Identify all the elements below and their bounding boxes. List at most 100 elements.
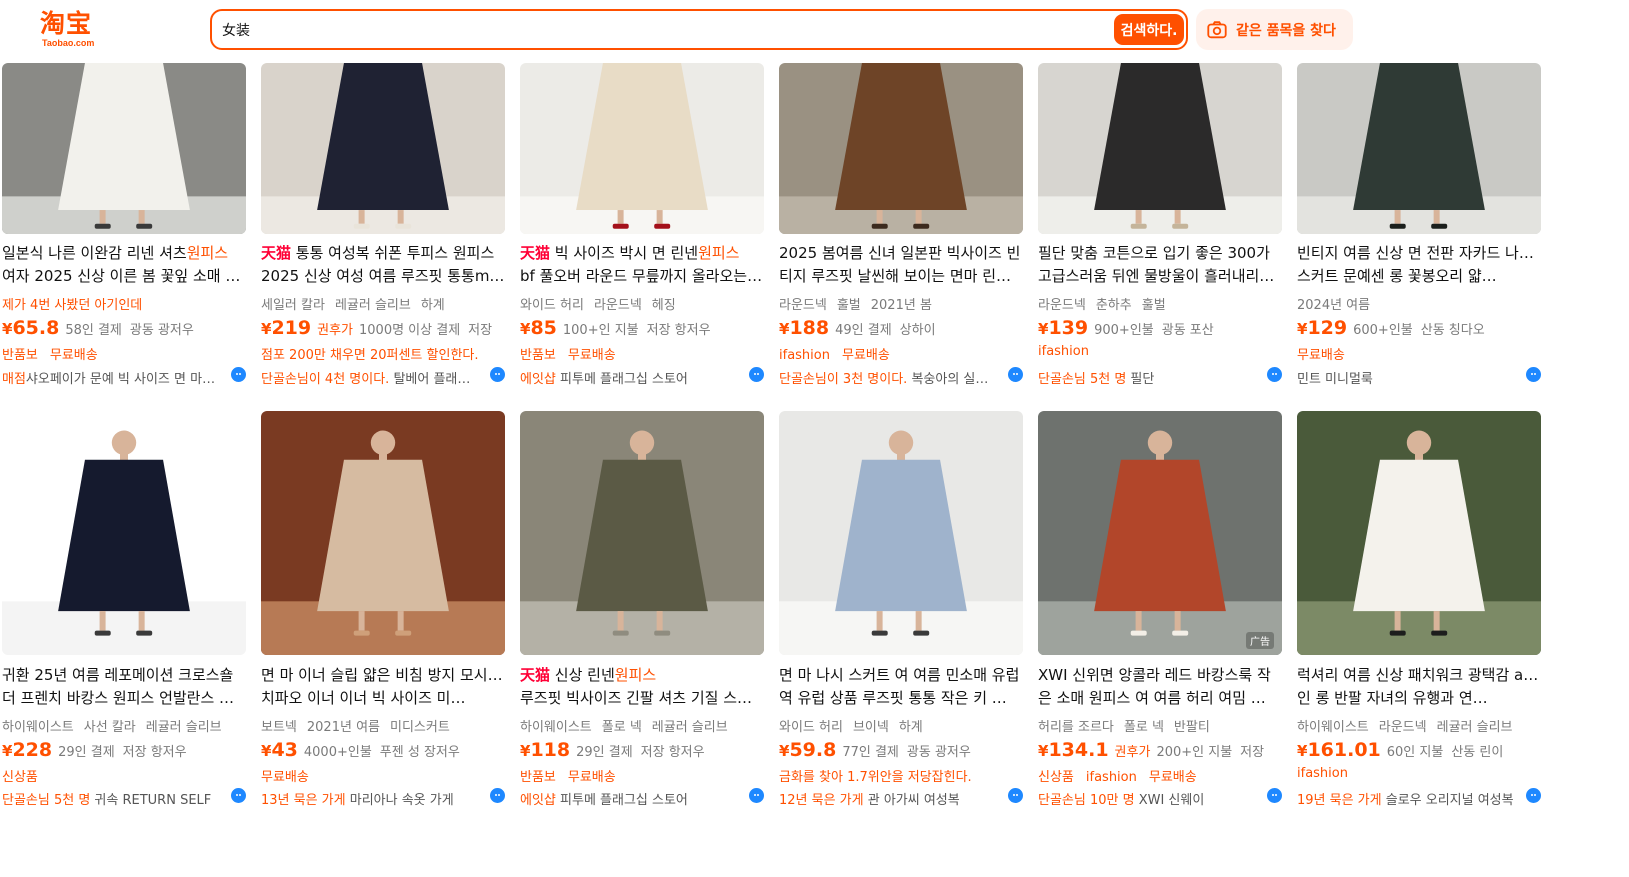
shop-name: 복숭아의 실… [907, 372, 989, 387]
product-title[interactable]: 일본식 나른 이완감 리넨 셔츠원피스 여자 2025 신상 이른 봄 꽃잎 소매… [2, 242, 246, 288]
product-title[interactable]: 귀환 25년 여름 레포메이션 크로스숄 더 프렌치 바캉스 원피스 언발란스 … [2, 664, 246, 710]
search-button[interactable]: 검색하다. [1114, 14, 1184, 45]
sales-meta: 저장 [1240, 745, 1265, 760]
chat-icon[interactable] [490, 788, 505, 803]
title-line-1: 일본식 나른 이완감 리넨 셔츠원피스 [2, 242, 246, 265]
shop-row[interactable]: 단골손님 5천 명 귀속 RETURN SELF [2, 788, 246, 808]
product-tag: 브이넥 [852, 720, 889, 735]
shop-row[interactable]: 민트 미니멀룩 [1297, 367, 1541, 387]
shop-text: 단골손님 5천 명 필단 [1038, 368, 1154, 387]
product-image[interactable] [261, 63, 505, 234]
shop-row[interactable]: 12년 묵은 가게 관 아가씨 여성복 [779, 788, 1023, 808]
title-line-1: 天猫 통통 여성복 쉬폰 투피스 원피스 [261, 242, 505, 265]
chat-icon[interactable] [231, 367, 246, 382]
shop-row[interactable]: 단골손님이 3천 명이다. 복숭아의 실… [779, 367, 1023, 387]
model-leg-left [617, 210, 624, 224]
search-input[interactable] [222, 11, 1102, 48]
model-leg-right [656, 210, 663, 224]
currency-symbol: ¥ [1297, 320, 1308, 338]
shop-badge: 단골손님 5천 명 [2, 793, 91, 808]
product-title[interactable]: 빈티지 여름 신상 면 전판 자카드 나시원피스스커트 문예센 롱 꽃봉오리 얇… [1297, 242, 1541, 288]
product-image[interactable] [1038, 63, 1282, 234]
shop-row[interactable]: 에잇샵 피투메 플래그십 스토어 [520, 367, 764, 387]
product-image[interactable] [520, 63, 764, 234]
product-image[interactable] [2, 63, 246, 234]
product-title[interactable]: 면 마 이너 슬립 얇은 비침 방지 모시원피스치파오 이너 이너 빅 사이즈 … [261, 664, 505, 710]
price-row: ¥161.01 60인 지불 산동 린이 [1297, 739, 1547, 761]
price-row: ¥118 29인 결제 저장 항저우 [520, 739, 770, 761]
promo-tag: 무료배송 [261, 770, 309, 785]
product-image[interactable] [2, 411, 246, 655]
product-title[interactable]: 필단 맞춤 코튼으로 입기 좋은 300가 고급스러움 뒤엔 물방울이 흘러내리… [1038, 242, 1282, 288]
product-title[interactable]: XWI 신위면 앙콜라 레드 바캉스룩 작은 소매 원피스 여 여름 허리 여밈… [1038, 664, 1282, 710]
product-image[interactable] [261, 411, 505, 655]
chat-icon[interactable] [1526, 788, 1541, 803]
product-tag: 라운드넥 [1038, 298, 1086, 313]
chat-icon[interactable] [1526, 367, 1541, 382]
shop-badge: 단골손님 5천 명 [1038, 372, 1127, 387]
product-image[interactable] [1297, 63, 1541, 234]
shop-row[interactable]: 단골손님이 4천 명이다. 탈베어 플래… [261, 367, 505, 387]
title-text: 일본식 나른 이완감 리넨 셔츠 [2, 244, 187, 262]
shop-row[interactable]: 에잇샵 피투메 플래그십 스토어 [520, 788, 764, 808]
shop-row[interactable]: 13년 묵은 가게 마리아나 속옷 가게 [261, 788, 505, 808]
shop-row[interactable]: 단골손님 5천 명 필단 [1038, 367, 1282, 387]
product-image[interactable]: 广告 [1038, 411, 1282, 655]
shoe-right [395, 223, 412, 229]
shoe-right [1172, 223, 1189, 229]
sales-meta: 600+인불 [1353, 323, 1413, 338]
shoe-left [612, 223, 629, 229]
chat-icon[interactable] [490, 367, 505, 382]
product-title[interactable]: 天猫 빅 사이즈 박시 면 린넨원피스 bf 풀오버 라운드 무릎까지 올라오는 … [520, 242, 764, 288]
chat-icon[interactable] [1008, 788, 1023, 803]
product-photo [261, 411, 505, 655]
product-title[interactable]: 天猫 통통 여성복 쉬폰 투피스 원피스 2025 신상 여성 여름 루즈핏 통통… [261, 242, 505, 288]
promo-tags: 점포 200만 채우면 20퍼센트 할인한다. [261, 344, 505, 363]
product-photo [1038, 411, 1282, 655]
chat-icon[interactable] [231, 788, 246, 803]
promo-tag: 신상품 [2, 770, 38, 785]
product-tag: 레귤러 슬리브 [145, 720, 222, 735]
sales-meta: 900+인불 [1094, 323, 1154, 338]
product-image[interactable] [1297, 411, 1541, 655]
tmall-badge: 天猫 [261, 244, 292, 262]
shop-row[interactable]: 단골손님 10만 명 XWI 신웨이 [1038, 788, 1282, 808]
shop-badge: 13년 묵은 가게 [261, 793, 346, 808]
model-leg-left [876, 611, 883, 631]
promo-tag: 반품보 [520, 348, 556, 363]
title-line-2: 여자 2025 신상 이른 봄 꽃잎 소매 … [2, 265, 246, 288]
product-tag: 사선 칼라 [83, 720, 136, 735]
taobao-logo[interactable]: 淘宝 Taobao.com [40, 10, 110, 50]
promo-tag: 금화를 찾아 1.7위안을 저당잡힌다. [779, 770, 972, 785]
chat-icon[interactable] [1267, 788, 1282, 803]
find-same-item-button[interactable]: 같은 품목을 찾다 [1196, 9, 1353, 50]
shop-name: 관 아가씨 여성복 [863, 793, 960, 808]
chat-icon[interactable] [749, 367, 764, 382]
product-photo [1297, 63, 1541, 234]
product-photo [520, 411, 764, 655]
shoe-right [1172, 630, 1189, 636]
title-text: 티지 루즈핏 날씬해 보이는 면마 린… [779, 267, 1012, 285]
product-grid: 일본식 나른 이완감 리넨 셔츠원피스 여자 2025 신상 이른 봄 꽃잎 소매… [0, 0, 1629, 877]
chat-icon[interactable] [1267, 367, 1282, 382]
model-leg-left [99, 210, 106, 224]
chat-icon[interactable] [1008, 367, 1023, 382]
product-image[interactable] [779, 63, 1023, 234]
price-row: ¥43 4000+인불 푸젠 성 장저우 [261, 739, 511, 761]
product-image[interactable] [779, 411, 1023, 655]
promo-tags: 무료배송 [261, 766, 505, 785]
product-title[interactable]: 天猫 신상 린넨원피스루즈핏 빅사이즈 긴팔 셔츠 기질 스쿨룩 밴딩 하이웨… [520, 664, 764, 710]
shop-row[interactable]: 19년 묵은 가게 슬로우 오리지널 여성복 [1297, 788, 1541, 808]
product-tag: 하이웨이스트 [2, 720, 74, 735]
title-text: 은 소매 원피스 여 여름 허리 여밈 … [1038, 689, 1266, 707]
product-title[interactable]: 럭셔리 여름 신상 패치워크 광택감 a라원피스인 롱 반팔 자녀의 유행과 연… [1297, 664, 1541, 710]
product-price: ¥65.8 [2, 317, 59, 339]
shoe-right [654, 223, 671, 229]
product-title[interactable]: 2025 봄여름 신녀 일본판 빅사이즈 빈티지 루즈핏 날씬해 보이는 면마 … [779, 242, 1023, 288]
shop-row[interactable]: 매점샤오페이가 문예 빅 사이즈 면 마… [2, 367, 246, 387]
title-line-1: 2025 봄여름 신녀 일본판 빅사이즈 빈 [779, 242, 1023, 265]
shop-text: 단골손님이 3천 명이다. 복숭아의 실… [779, 368, 988, 387]
product-image[interactable] [520, 411, 764, 655]
product-title[interactable]: 면 마 나시 스커트 여 여름 민소매 유럽 역 유럽 상품 루즈핏 통통 작은 … [779, 664, 1023, 710]
chat-icon[interactable] [749, 788, 764, 803]
